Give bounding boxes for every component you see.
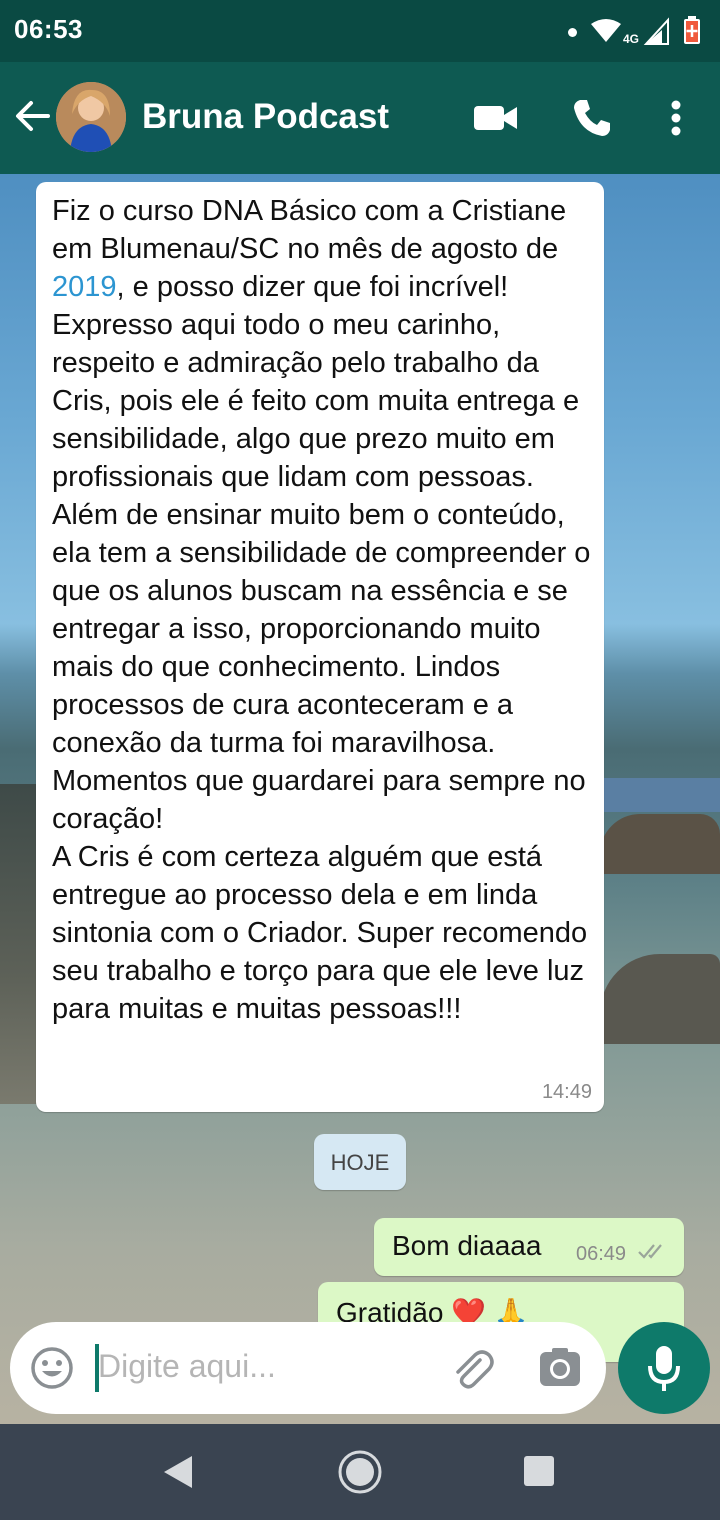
message-time: 14:49 (541, 1081, 592, 1103)
notification-dot-icon (568, 28, 577, 37)
contact-name[interactable]: Bruna Podcast (142, 97, 389, 137)
nav-back-icon[interactable] (160, 1454, 196, 1490)
outgoing-message-text: Bom diaaaa (392, 1230, 542, 1261)
network-type: 4G (623, 32, 640, 46)
more-options-icon[interactable] (670, 100, 682, 136)
outgoing-message[interactable]: Bom diaaaa 06:49 (374, 1218, 684, 1276)
message-composer[interactable]: Digite aqui... (10, 1322, 606, 1414)
message-text-part: , e posso dizer que foi incrível! Expres… (52, 271, 591, 1025)
avatar-photo-icon (56, 82, 126, 152)
wallpaper-rocks-left (0, 784, 40, 1104)
wifi-icon (591, 19, 621, 42)
date-separator: HOJE (314, 1134, 406, 1190)
voice-call-icon[interactable] (572, 98, 612, 138)
chat-header: Bruna Podcast (0, 62, 720, 174)
video-call-icon[interactable] (474, 104, 518, 132)
nav-home-icon[interactable] (336, 1448, 384, 1496)
contact-avatar[interactable] (56, 82, 126, 152)
read-receipt-icon (638, 1244, 662, 1259)
date-link[interactable]: 2019 (52, 271, 117, 303)
emoji-icon[interactable] (30, 1346, 74, 1390)
system-navigation-bar (0, 1424, 720, 1520)
microphone-icon (648, 1346, 680, 1391)
wallpaper-horizon (600, 778, 720, 812)
wallpaper-rocks-right-lower (600, 954, 720, 1044)
status-time: 06:53 (14, 14, 83, 44)
status-bar: 06:53 4G (0, 0, 720, 62)
camera-icon[interactable] (538, 1346, 582, 1390)
message-text-part: Fiz o curso DNA Básico com a Cristiane e… (52, 195, 567, 265)
battery-icon (684, 16, 700, 44)
date-separator-label: HOJE (330, 1150, 390, 1175)
nav-recents-icon[interactable] (524, 1456, 554, 1486)
voice-record-button[interactable] (618, 1322, 710, 1414)
incoming-message-text: Fiz o curso DNA Básico com a Cristiane e… (52, 192, 592, 1028)
message-input[interactable]: Digite aqui... (98, 1348, 276, 1385)
message-time: 06:49 (576, 1243, 627, 1265)
wallpaper-rocks-right (600, 814, 720, 874)
back-arrow-icon[interactable] (14, 98, 50, 134)
incoming-message[interactable]: Fiz o curso DNA Básico com a Cristiane e… (36, 182, 604, 1112)
attach-icon[interactable] (450, 1346, 494, 1390)
